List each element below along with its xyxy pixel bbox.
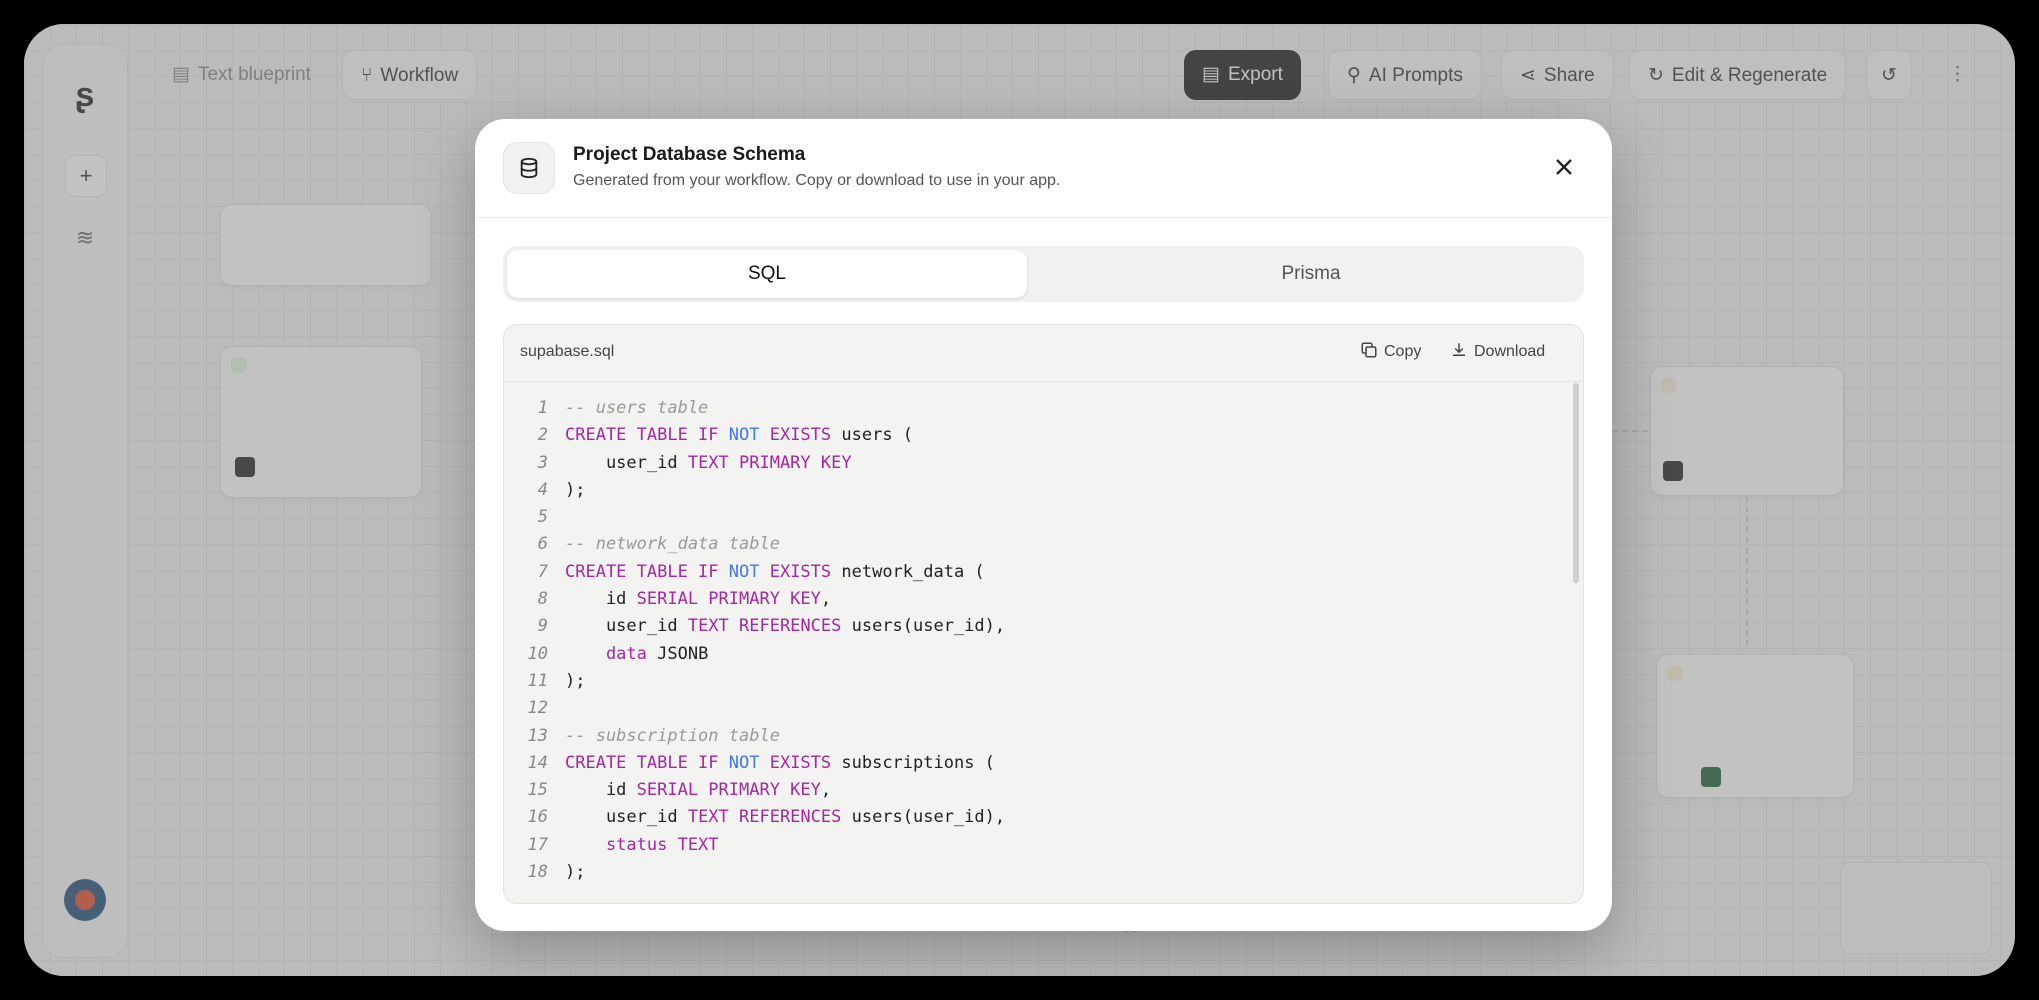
line-number: 12 [527, 698, 548, 719]
code-text: CREATE TABLE IF NOT EXISTS subscriptions… [565, 752, 995, 773]
line-number: 15 [527, 780, 548, 801]
code-panel: supabase.sql Copy Download 1 -- users tab… [503, 324, 1584, 904]
code-text: status TEXT [565, 834, 719, 855]
code-line: 5 [504, 504, 1583, 531]
code-line: 13 -- subscription table [504, 723, 1583, 750]
code-line: 6 -- network_data table [504, 531, 1583, 558]
copy-button[interactable]: Copy [1360, 341, 1421, 361]
close-icon[interactable] [1550, 153, 1578, 181]
format-tabs: SQL Prisma [503, 246, 1584, 302]
line-number: 10 [527, 643, 548, 664]
database-icon [503, 142, 555, 194]
line-number: 11 [527, 670, 548, 691]
code-line: 12 [504, 695, 1583, 722]
code-line: 4); [504, 477, 1583, 504]
line-number: 9 [537, 616, 548, 637]
download-icon [1453, 343, 1465, 356]
code-text: -- users table [565, 398, 709, 418]
line-number: 16 [527, 807, 548, 828]
code-line: 3 user_id TEXT PRIMARY KEY [504, 450, 1583, 477]
line-number: 4 [537, 479, 548, 500]
code-line: 18); [504, 859, 1583, 886]
code-line: 15 id SERIAL PRIMARY KEY, [504, 777, 1583, 804]
code-text: ); [565, 479, 586, 500]
line-number: 7 [537, 561, 548, 582]
code-line: 7 CREATE TABLE IF NOT EXISTS network_data… [504, 559, 1583, 586]
code-line: 8 id SERIAL PRIMARY KEY, [504, 586, 1583, 613]
code-text: user_id TEXT PRIMARY KEY [565, 452, 852, 473]
code-text: ); [565, 862, 586, 883]
code-line: 11); [504, 668, 1583, 695]
code-line: 10 data JSONB [504, 641, 1583, 668]
code-line: 16 user_id TEXT REFERENCES users(user_id… [504, 804, 1583, 831]
code-text: -- network_data table [565, 534, 780, 555]
line-number: 6 [537, 534, 548, 555]
modal-title: Project Database Schema [573, 144, 806, 165]
code-line: 17 status TEXT [504, 832, 1583, 859]
app-window: ʂ + ≋ ▤ Text blueprint ⑂ Workflow ▤ Export … [24, 24, 2015, 976]
line-number: 1 [537, 398, 548, 418]
line-number: 3 [537, 452, 548, 473]
line-number: 13 [527, 725, 548, 746]
schema-modal: Project Database Schema Generated from y… [475, 119, 1612, 931]
code-text: CREATE TABLE IF NOT EXISTS network_data … [565, 561, 985, 582]
line-number: 5 [537, 507, 548, 528]
code-panel-header: supabase.sql Copy Download [504, 325, 1583, 382]
code-text: id SERIAL PRIMARY KEY, [565, 589, 832, 610]
code-line: 1 -- users table [504, 395, 1583, 422]
code-text: id SERIAL PRIMARY KEY, [565, 780, 832, 801]
modal-header: Project Database Schema Generated from y… [475, 119, 1612, 218]
line-number: 17 [527, 834, 548, 855]
code-text: data JSONB [565, 643, 709, 664]
line-number: 8 [537, 589, 548, 610]
line-number: 18 [527, 862, 548, 883]
modal-subtitle: Generated from your workflow. Copy or do… [573, 172, 1061, 189]
code-line: 9 user_id TEXT REFERENCES users(user_id)… [504, 613, 1583, 640]
code-text: CREATE TABLE IF NOT EXISTS users ( [565, 425, 914, 446]
line-number: 2 [537, 425, 548, 446]
download-button[interactable]: Download [1450, 341, 1545, 361]
code-editor[interactable]: 1 -- users table 2 CREATE TABLE IF NOT EXIS… [504, 395, 1583, 886]
file-name: supabase.sql [520, 343, 615, 360]
tab-sql[interactable]: SQL [507, 250, 1027, 298]
tab-prisma[interactable]: Prisma [1051, 250, 1571, 298]
copy-icon [1361, 342, 1377, 358]
code-line: 2 CREATE TABLE IF NOT EXISTS users ( [504, 422, 1583, 449]
code-scrollbar[interactable] [1573, 383, 1579, 583]
code-line: 14 CREATE TABLE IF NOT EXISTS subscriptio… [504, 750, 1583, 777]
code-text: user_id TEXT REFERENCES users(user_id), [565, 807, 1006, 828]
code-text: -- subscription table [565, 725, 780, 746]
code-text: ); [565, 670, 586, 691]
line-number: 14 [527, 752, 548, 773]
code-text: user_id TEXT REFERENCES users(user_id), [565, 616, 1006, 637]
